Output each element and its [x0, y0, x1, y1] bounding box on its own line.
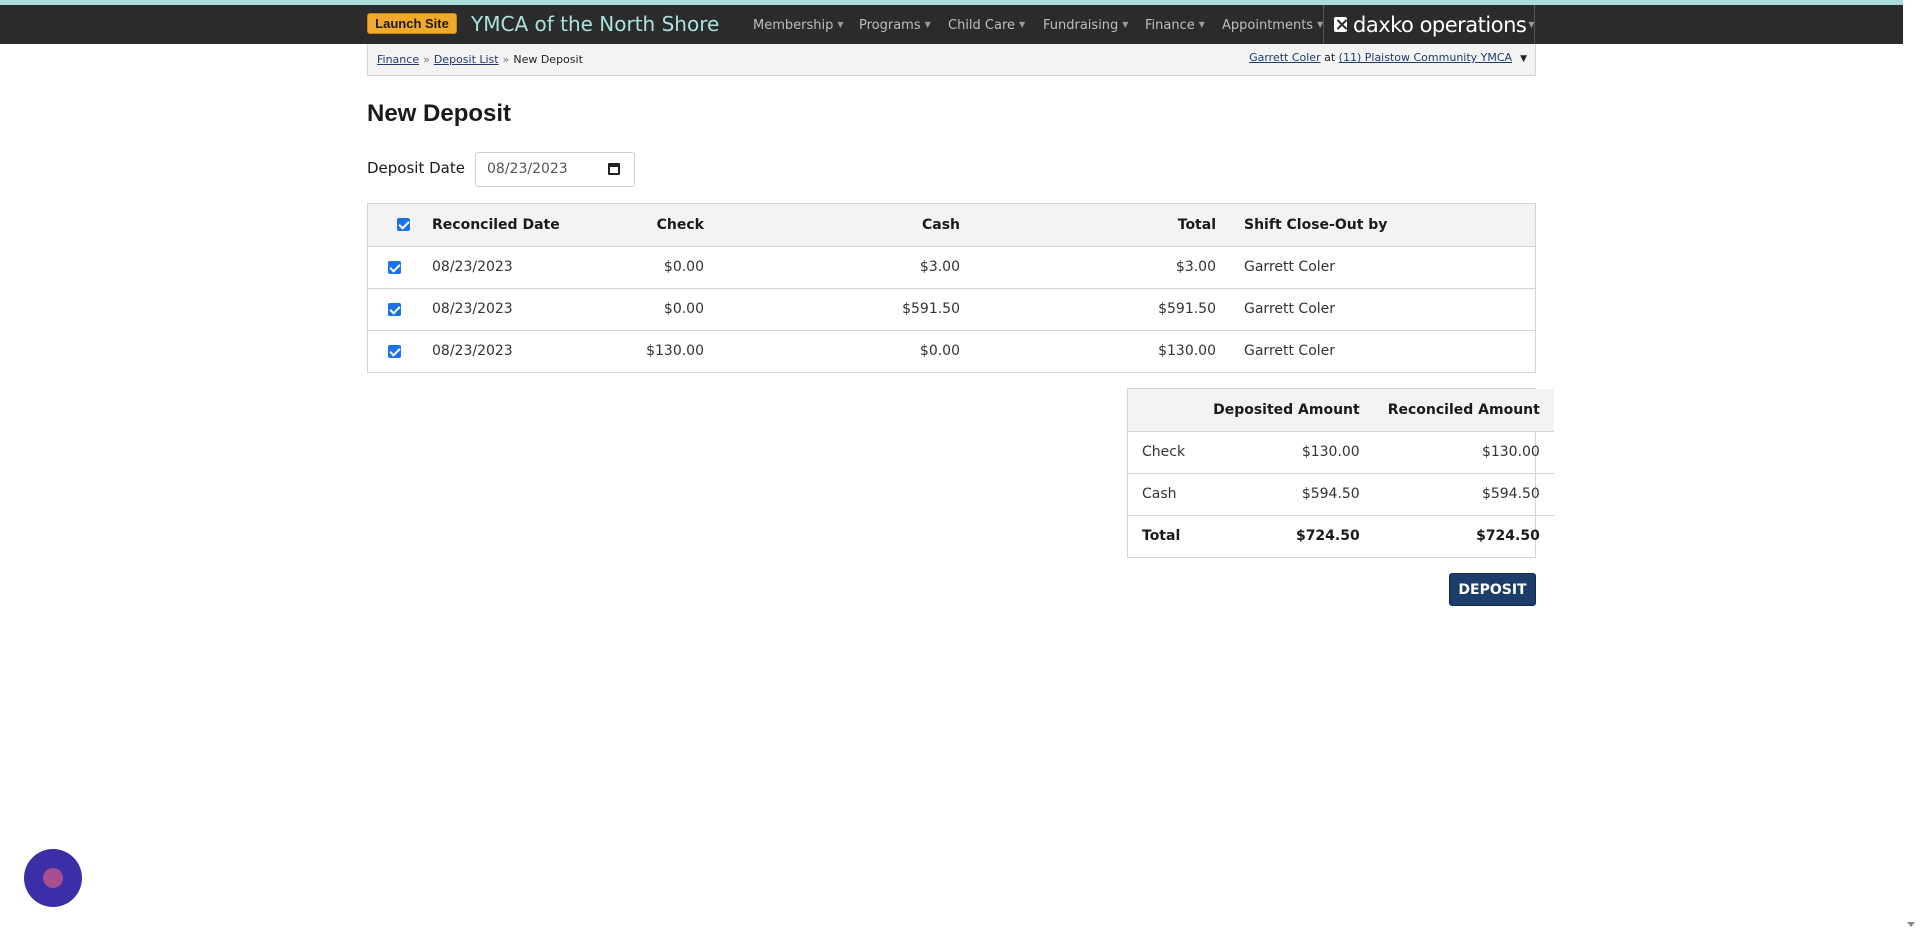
summary-row-cash: Cash $594.50 $594.50 — [1128, 473, 1554, 516]
table-row: 08/23/2023 $130.00 $0.00 $130.00 Garrett… — [368, 330, 1535, 372]
summary-reconciled: $594.50 — [1373, 473, 1554, 516]
table-row: 08/23/2023 $0.00 $3.00 $3.00 Garrett Col… — [368, 246, 1535, 289]
deposit-button[interactable]: DEPOSIT — [1449, 573, 1536, 606]
shift-closeouts-table: Reconciled Date Check Cash Total Shift C… — [367, 203, 1536, 373]
chat-widget-button[interactable] — [24, 849, 82, 907]
col-shift-closeout-by: Shift Close-Out by — [1230, 204, 1535, 247]
page-title: New Deposit — [367, 100, 512, 127]
select-all-cell — [368, 204, 418, 247]
caret-down-icon: ▼ — [1122, 20, 1129, 29]
user-info: Garrett Coler at (11) Plaistow Community… — [1249, 51, 1527, 64]
cell-cash: $3.00 — [718, 246, 974, 289]
user-name-link[interactable]: Garrett Coler — [1249, 51, 1321, 64]
breadcrumb-deposit-list-link[interactable]: Deposit List — [434, 53, 499, 66]
deposit-date-input[interactable]: 08/23/2023 — [475, 152, 635, 187]
deposit-summary-table: Deposited Amount Reconciled Amount Check… — [1127, 388, 1554, 558]
row-select-cell — [368, 330, 418, 372]
caret-down-icon: ▼ — [924, 20, 931, 29]
cell-total: $130.00 — [1158, 343, 1216, 360]
summary-deposited: $130.00 — [1199, 431, 1374, 474]
row-checkbox[interactable] — [388, 260, 401, 274]
caret-down-icon: ▼ — [837, 20, 844, 29]
summary-reconciled: $724.50 — [1476, 528, 1540, 545]
breadcrumb-current: New Deposit — [513, 53, 583, 66]
nav-fundraising[interactable]: Fundraising ▼ — [1043, 15, 1128, 35]
cell-cash: $0.00 — [919, 343, 960, 360]
vertical-scrollbar[interactable] — [1903, 0, 1920, 931]
calendar-icon[interactable] — [608, 163, 620, 175]
summary-row-total: Total $724.50 $724.50 — [1128, 515, 1554, 557]
chat-widget-icon — [43, 868, 63, 888]
daxko-operations-menu[interactable]: daxko operations ▼ — [1323, 5, 1535, 44]
summary-header-row: Deposited Amount Reconciled Amount — [1128, 389, 1554, 432]
nav-label: Programs — [859, 18, 921, 33]
daxko-x-icon — [1334, 17, 1347, 32]
top-navbar: Launch Site YMCA of the North Shore Memb… — [0, 5, 1920, 44]
col-reconciled-date: Reconciled Date — [418, 204, 618, 247]
cell-date: 08/23/2023 — [418, 288, 618, 331]
nav-label: Finance — [1145, 18, 1195, 33]
select-all-checkbox[interactable] — [396, 218, 410, 232]
org-name[interactable]: YMCA of the North Shore — [471, 10, 719, 38]
col-check: Check — [618, 204, 718, 247]
summary-label: Check — [1128, 431, 1200, 474]
breadcrumb-finance-link[interactable]: Finance — [377, 53, 419, 66]
caret-down-icon: ▼ — [1528, 20, 1534, 29]
cell-closeout-by: Garrett Coler — [1244, 343, 1336, 360]
launch-site-button[interactable]: Launch Site — [367, 13, 457, 34]
summary-label: Cash — [1128, 473, 1200, 516]
summary-col-label — [1128, 389, 1200, 432]
nav-label: Membership — [753, 18, 834, 33]
brand-label: daxko operations — [1353, 12, 1527, 37]
scroll-down-arrow-icon[interactable] — [1907, 922, 1915, 927]
col-total: Total — [974, 204, 1230, 247]
summary-label: Total — [1142, 528, 1181, 545]
cell-check: $0.00 — [618, 246, 718, 289]
row-select-cell — [368, 288, 418, 331]
cell-closeout-by: Garrett Coler — [1230, 246, 1535, 289]
table-header-row: Reconciled Date Check Cash Total Shift C… — [368, 204, 1535, 247]
cell-check: $130.00 — [646, 343, 704, 360]
cell-check: $0.00 — [618, 288, 718, 331]
row-checkbox[interactable] — [388, 302, 401, 316]
summary-row-check: Check $130.00 $130.00 — [1128, 431, 1554, 474]
nav-appointments[interactable]: Appointments ▼ — [1222, 15, 1323, 35]
col-cash: Cash — [718, 204, 974, 247]
row-checkbox[interactable] — [388, 344, 401, 358]
breadcrumb-bar: Finance» Deposit List» New Deposit Garrett… — [367, 44, 1536, 76]
breadcrumb: Finance» Deposit List» New Deposit — [377, 53, 583, 66]
summary-col-deposited: Deposited Amount — [1199, 389, 1374, 432]
cell-total: $3.00 — [974, 246, 1230, 289]
cell-closeout-by: Garrett Coler — [1230, 288, 1535, 331]
summary-reconciled: $130.00 — [1373, 431, 1554, 474]
breadcrumb-separator: » — [423, 53, 430, 66]
summary-deposited: $594.50 — [1199, 473, 1374, 516]
nav-label: Appointments — [1222, 18, 1314, 33]
nav-label: Child Care — [948, 18, 1016, 33]
location-caret-down-icon[interactable]: ▼ — [1520, 54, 1527, 64]
caret-down-icon: ▼ — [1019, 20, 1026, 29]
cell-date: 08/23/2023 — [418, 246, 618, 289]
location-link[interactable]: (11) Plaistow Community YMCA — [1339, 51, 1512, 64]
user-at-text: at — [1324, 51, 1336, 64]
caret-down-icon: ▼ — [1198, 20, 1205, 29]
summary-deposited: $724.50 — [1295, 528, 1360, 545]
nav-child-care[interactable]: Child Care ▼ — [948, 15, 1025, 35]
cell-date: 08/23/2023 — [432, 343, 513, 360]
summary-col-reconciled: Reconciled Amount — [1373, 389, 1554, 432]
deposit-date-label: Deposit Date — [367, 159, 465, 177]
deposit-date-value: 08/23/2023 — [487, 161, 568, 177]
nav-programs[interactable]: Programs ▼ — [859, 15, 931, 35]
nav-label: Fundraising — [1043, 18, 1119, 33]
nav-membership[interactable]: Membership ▼ — [753, 15, 844, 35]
table-row: 08/23/2023 $0.00 $591.50 $591.50 Garrett… — [368, 288, 1535, 331]
breadcrumb-separator: » — [502, 53, 510, 66]
cell-cash: $591.50 — [718, 288, 974, 331]
nav-finance[interactable]: Finance ▼ — [1145, 15, 1205, 35]
cell-total: $591.50 — [974, 288, 1230, 331]
row-select-cell — [368, 246, 418, 289]
